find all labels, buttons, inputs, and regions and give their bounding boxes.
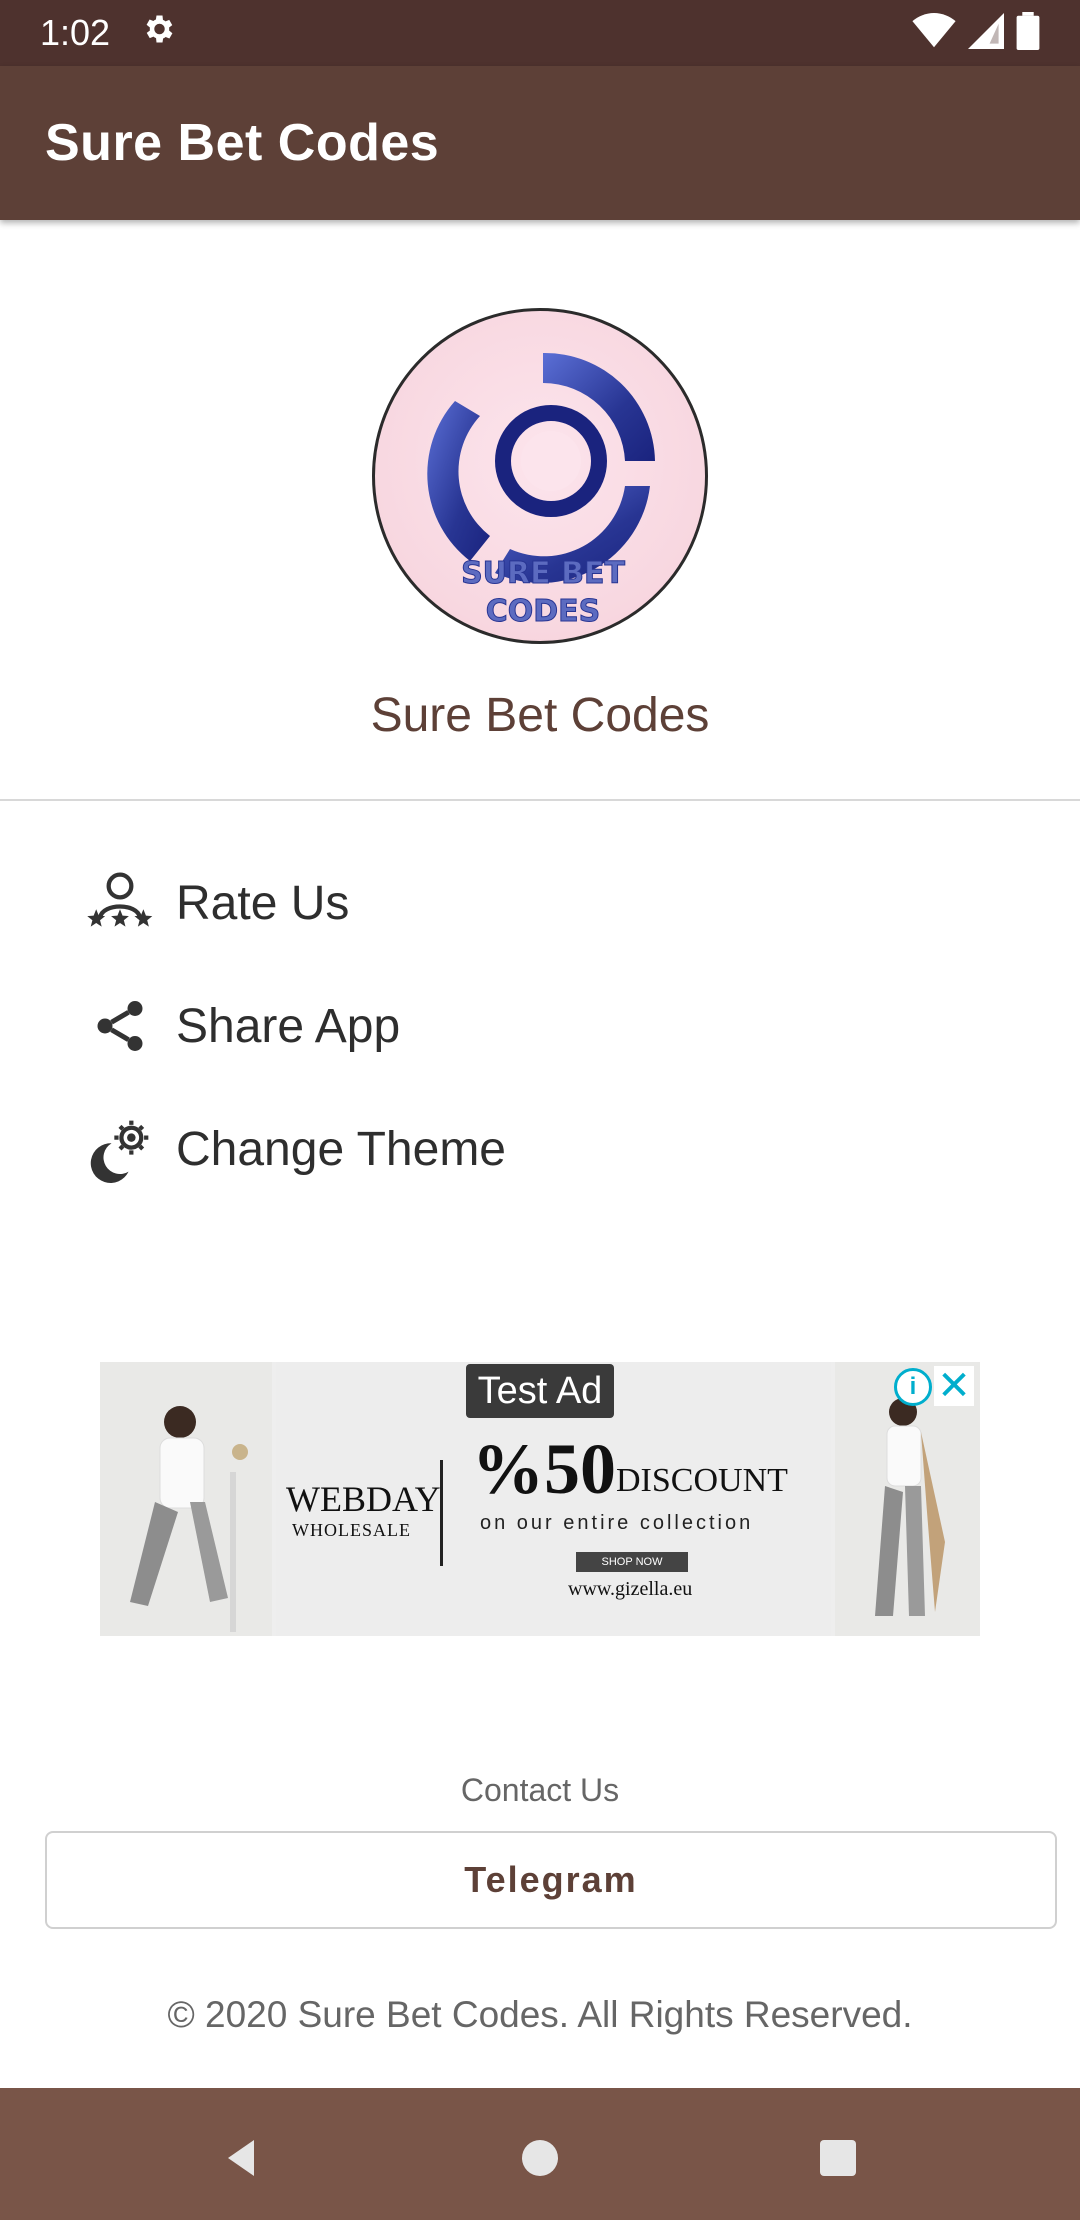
copyright-text: © 2020 Sure Bet Codes. All Rights Reserv… bbox=[167, 1994, 913, 2035]
app-bar: Sure Bet Codes bbox=[0, 66, 1080, 220]
theme-icon bbox=[86, 1115, 154, 1183]
signal-icon bbox=[968, 12, 1004, 54]
contact-label: Contact Us bbox=[460, 1772, 620, 1808]
gear-icon bbox=[140, 11, 176, 56]
menu-item-share-app[interactable]: Share App bbox=[86, 976, 986, 1076]
ad-brand-sub: WHOLESALE bbox=[292, 1520, 411, 1540]
menu-item-label: Change Theme bbox=[176, 1122, 506, 1176]
menu-item-rate-us[interactable]: Rate Us bbox=[86, 853, 986, 953]
logo-text-line2: CODES bbox=[486, 594, 601, 629]
back-icon[interactable] bbox=[218, 2134, 266, 2182]
home-icon[interactable] bbox=[516, 2134, 564, 2182]
ad-test-badge: Test Ad bbox=[466, 1364, 614, 1418]
wifi-icon bbox=[912, 12, 956, 54]
share-icon bbox=[86, 992, 154, 1060]
ad-cta-button[interactable]: SHOP NOW bbox=[576, 1552, 688, 1572]
status-time: 1:02 bbox=[40, 12, 111, 53]
ad-photo-left bbox=[100, 1362, 272, 1636]
header-divider bbox=[0, 799, 1080, 801]
ad-banner[interactable]: Test Ad WEBDAY WHOLESALE %50 DISCOUNT on… bbox=[100, 1362, 980, 1636]
info-icon[interactable]: i bbox=[894, 1368, 932, 1406]
ad-headline-suffix: DISCOUNT bbox=[616, 1462, 788, 1499]
ad-headline: %50 bbox=[472, 1429, 616, 1509]
close-icon[interactable]: ✕ bbox=[934, 1366, 974, 1406]
logo-text-line1: SURE BET bbox=[461, 556, 625, 591]
recents-icon[interactable] bbox=[814, 2134, 862, 2182]
battery-icon bbox=[1016, 11, 1040, 55]
ad-brand: WEBDAY bbox=[286, 1479, 441, 1519]
menu-item-label: Rate Us bbox=[176, 876, 350, 930]
menu-item-change-theme[interactable]: Change Theme bbox=[86, 1099, 986, 1199]
app-logo: SURE BET CODES bbox=[372, 308, 708, 644]
status-bar: 1:02 bbox=[0, 0, 1080, 66]
ad-separator bbox=[440, 1460, 443, 1566]
telegram-button[interactable]: Telegram bbox=[45, 1831, 1057, 1929]
ad-tagline: on our entire collection bbox=[480, 1512, 754, 1534]
ad-url: www.gizella.eu bbox=[568, 1578, 693, 1600]
rate-stars-icon bbox=[86, 869, 154, 937]
header-app-name: Sure Bet Codes bbox=[370, 689, 710, 742]
app-title: Sure Bet Codes bbox=[45, 114, 440, 172]
menu-item-label: Share App bbox=[176, 999, 401, 1053]
